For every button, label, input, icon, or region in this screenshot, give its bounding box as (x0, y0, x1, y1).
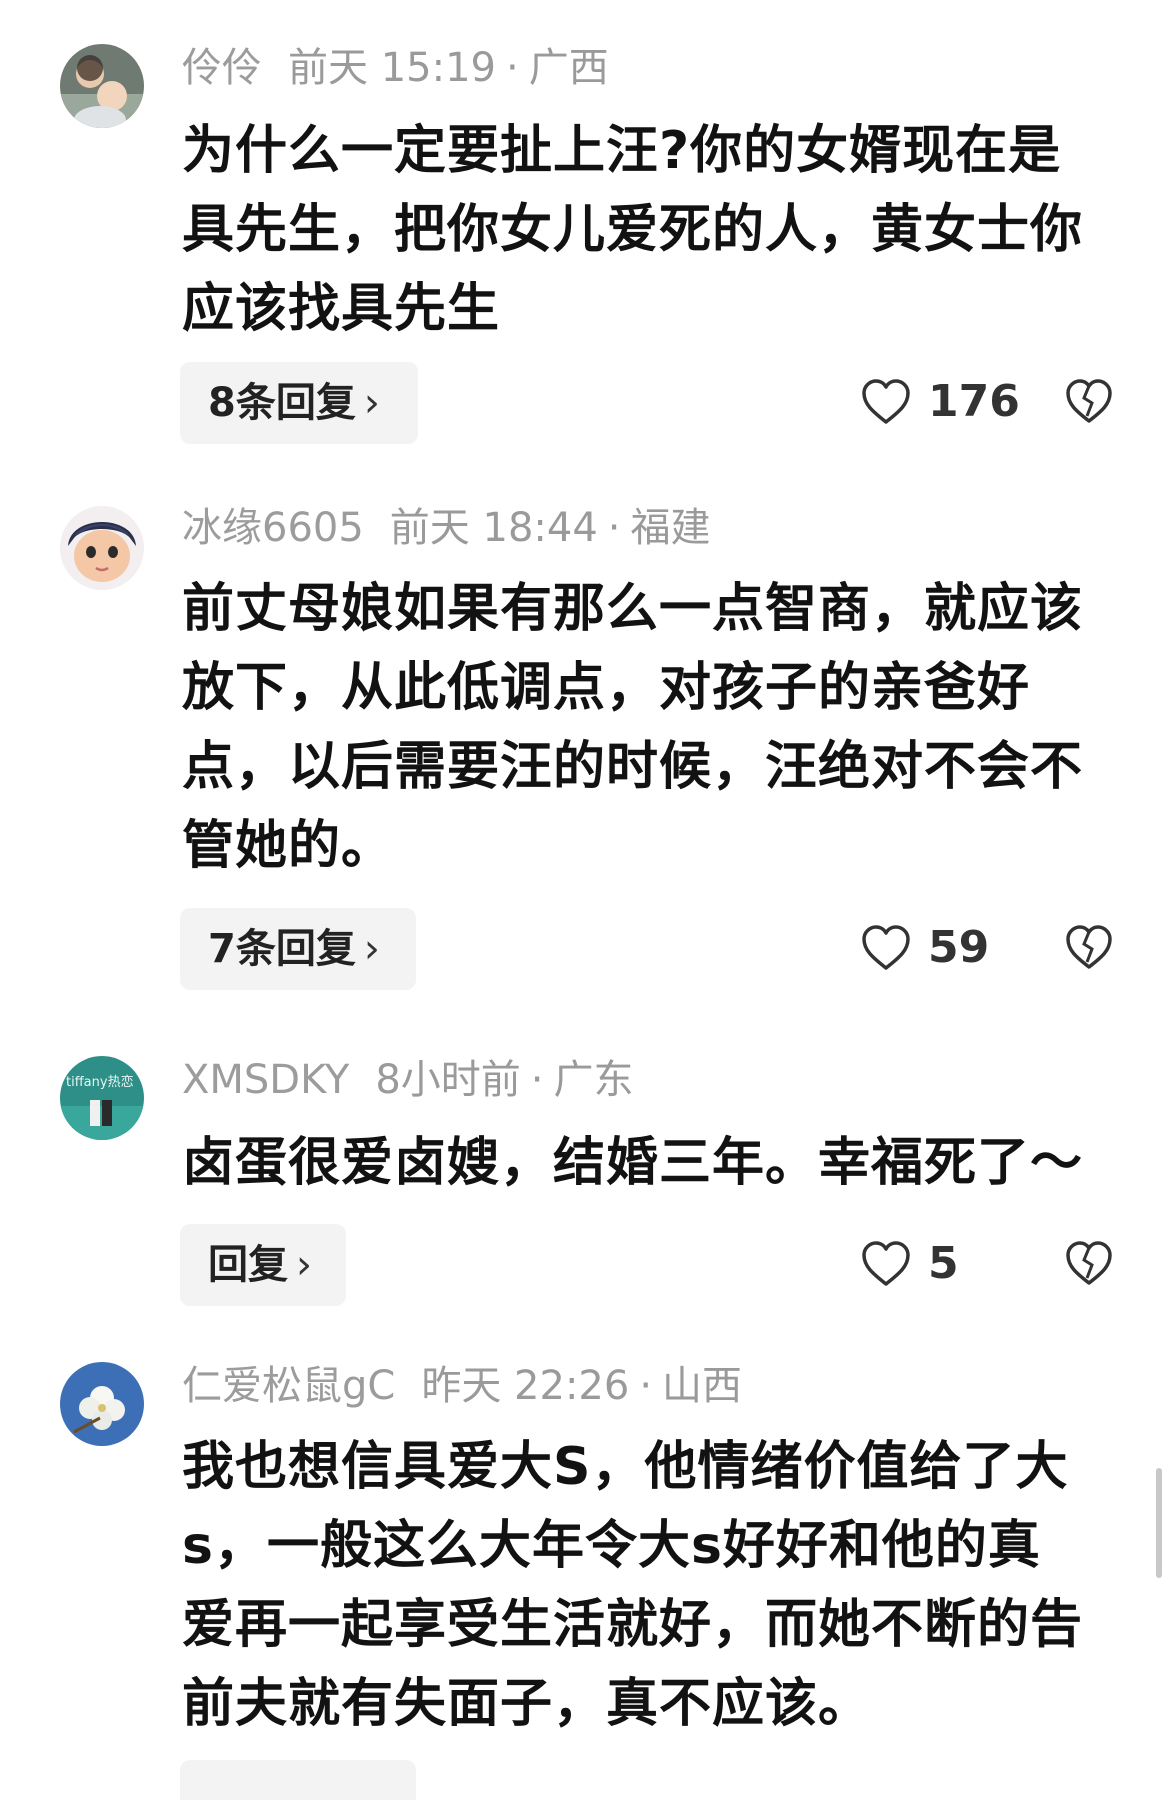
avatar[interactable] (60, 1362, 144, 1446)
comment-line: s，一般这么大年令大s好好和他的真 (182, 1516, 1041, 1576)
comment-line: 我也想信具爱大S，他情绪价值给了大 (182, 1437, 1069, 1497)
comment-line: 前夫就有失面子，真不应该。 (182, 1674, 872, 1734)
comment-item: 仁爱松鼠gC 昨天 22:26 · 山西 我也想信具爱大S，他情绪价值给了大 s，一般… (0, 0, 1170, 1800)
scrollbar[interactable] (1156, 1468, 1162, 1578)
comment-location: 山西 (662, 1363, 743, 1409)
comment-line: 爱再一起享受生活就好，而她不断的告 (182, 1595, 1084, 1655)
replies-button[interactable] (180, 1760, 416, 1800)
username[interactable]: 仁爱松鼠gC (182, 1363, 395, 1409)
comment-time: 昨天 22:26 (421, 1363, 630, 1409)
comment-meta: 仁爱松鼠gC 昨天 22:26 · 山西 (182, 1363, 743, 1409)
comment-text: 我也想信具爱大S，他情绪价值给了大 s，一般这么大年令大s好好和他的真 爱再一起… (182, 1428, 1122, 1744)
